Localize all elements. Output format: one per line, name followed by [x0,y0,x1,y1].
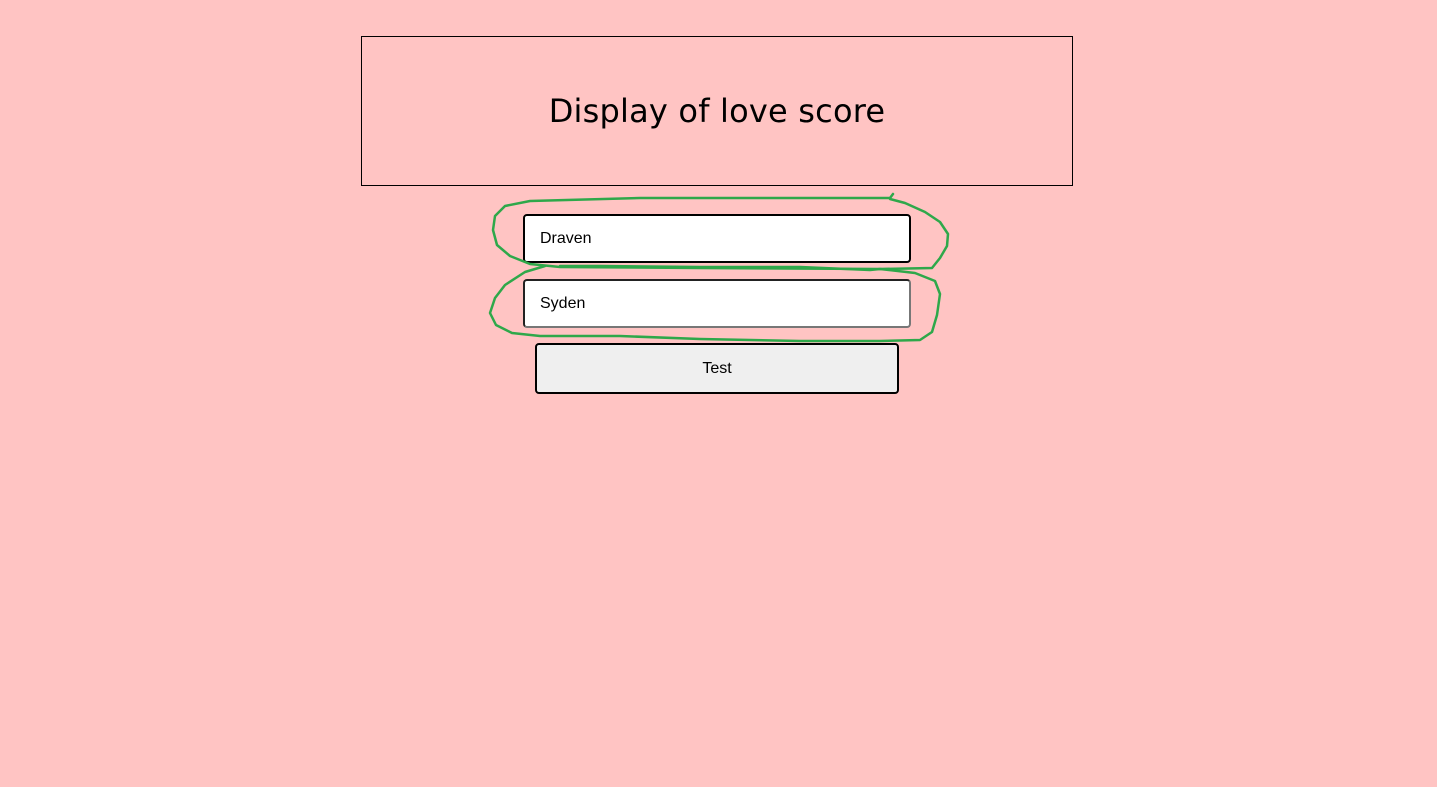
second-name-input[interactable] [523,279,911,328]
first-name-input[interactable] [523,214,911,263]
love-score-title: Display of love score [548,92,886,130]
test-button[interactable]: Test [535,343,899,394]
love-score-display: Display of love score [361,36,1073,186]
page: Display of love score Test [0,0,1437,787]
